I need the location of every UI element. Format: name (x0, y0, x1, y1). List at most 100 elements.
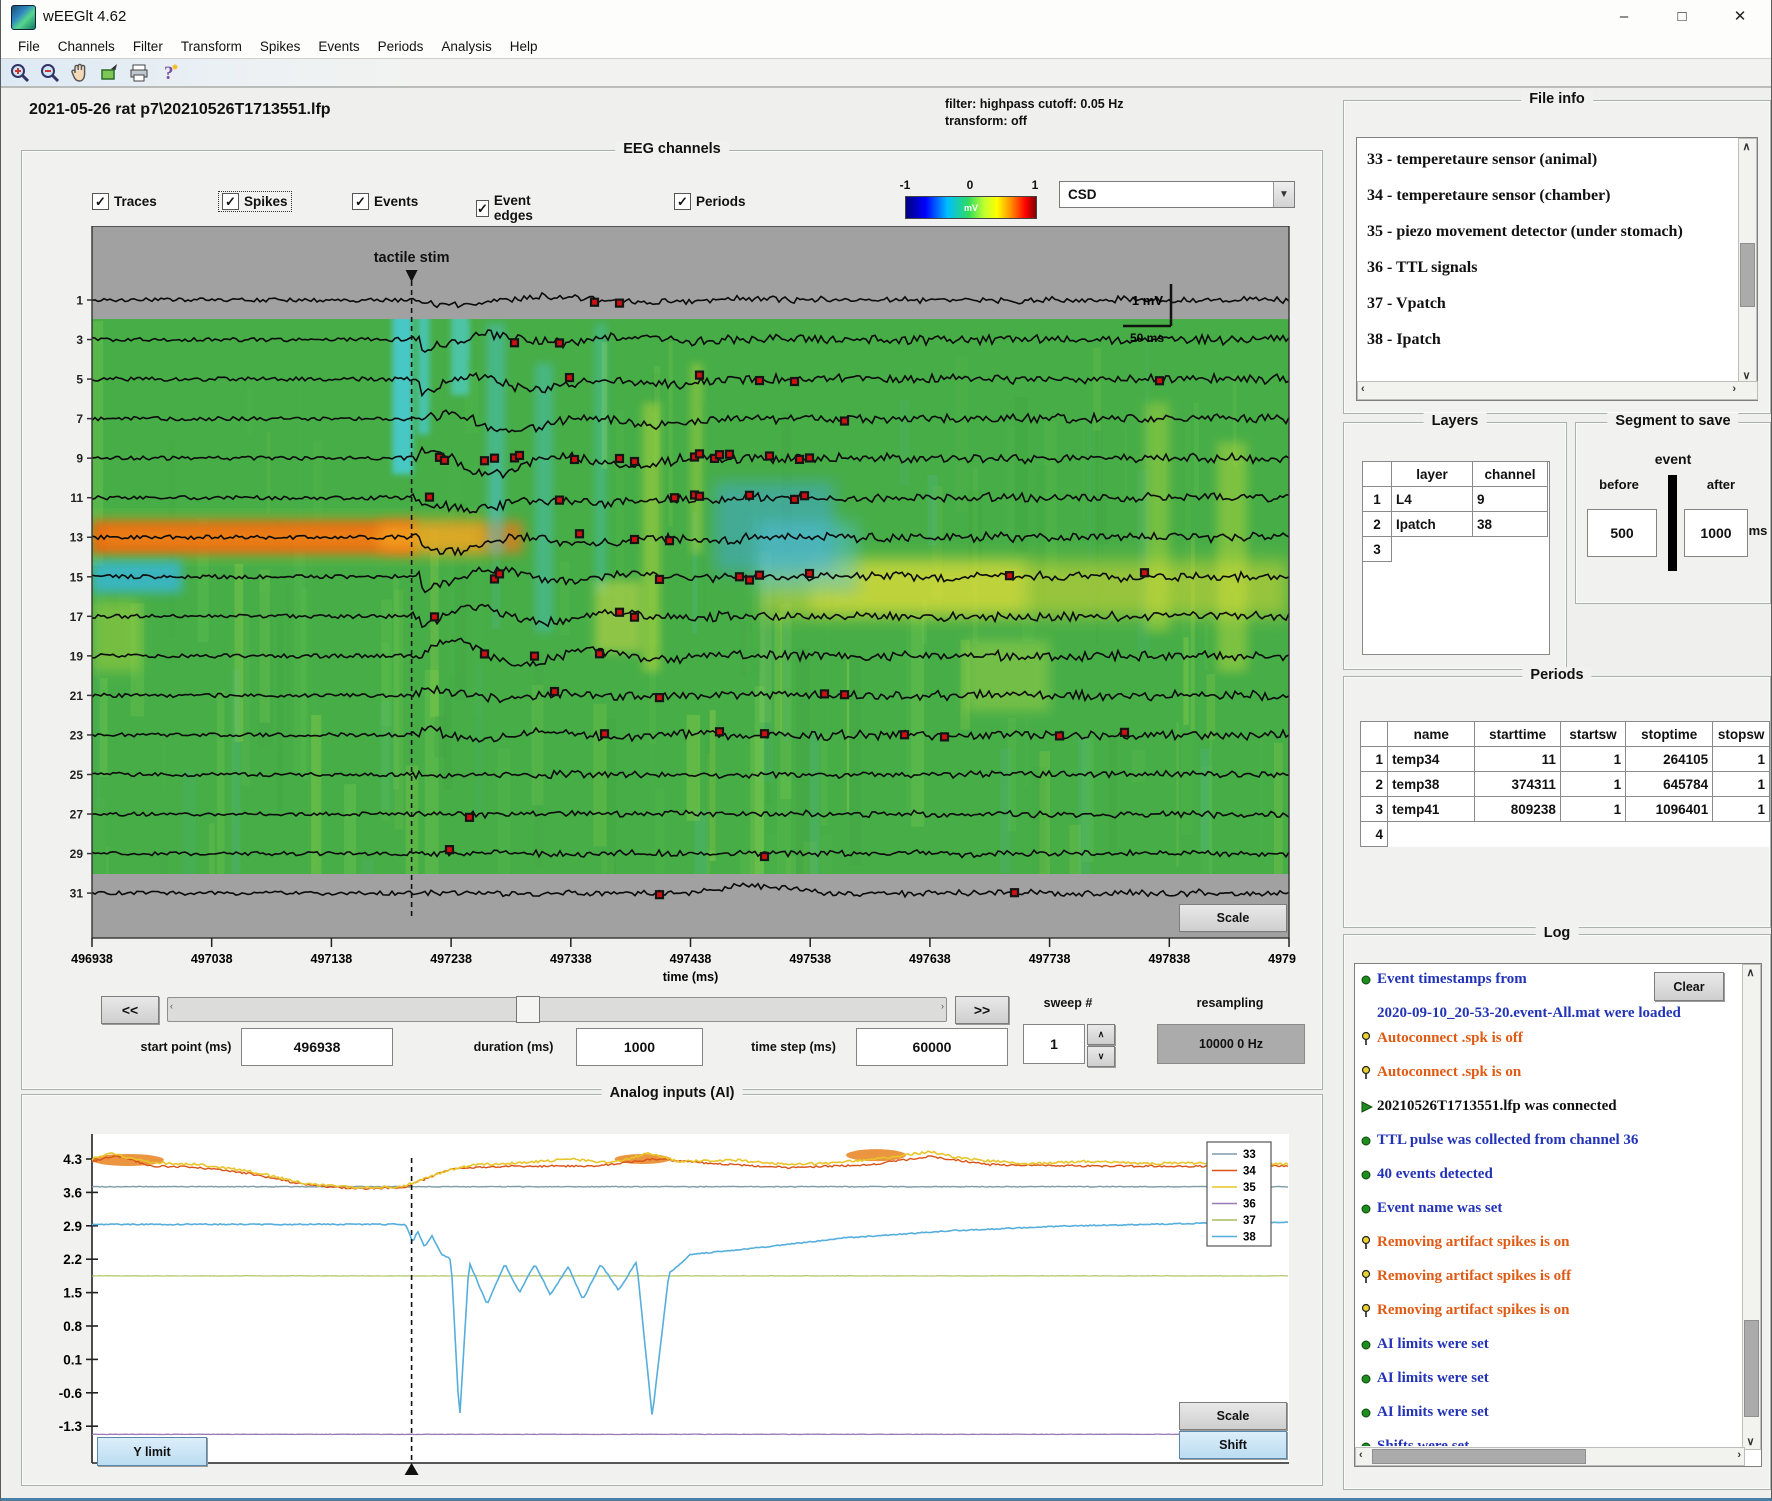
sweep-input[interactable]: 1 (1023, 1024, 1085, 1064)
scroll-right-icon[interactable]: › (1737, 1449, 1741, 1461)
menu-channels[interactable]: Channels (49, 36, 124, 57)
file-info-item[interactable]: 36 - TTL signals (1367, 250, 1735, 286)
help-icon[interactable]: ? (157, 61, 181, 85)
duration-input[interactable]: 1000 (576, 1028, 703, 1066)
log-hscrollbar[interactable]: ‹ › (1355, 1447, 1745, 1466)
ai-scale-button[interactable]: Scale (1179, 1402, 1287, 1430)
display-mode-select[interactable]: CSD ▼ (1059, 181, 1295, 208)
checkbox-label: Events (374, 194, 418, 209)
svg-text:1: 1 (76, 294, 83, 308)
bulb-icon (1361, 1298, 1373, 1332)
layers-row[interactable]: 2Ipatch38 (1363, 512, 1548, 537)
bulb-icon (1361, 1026, 1373, 1060)
periods-row[interactable]: 4 (1361, 822, 1770, 847)
close-button[interactable]: ✕ (1715, 0, 1765, 33)
log-vscrollbar[interactable]: ∧ ∨ (1742, 964, 1761, 1450)
y-limit-button[interactable]: Y limit (97, 1437, 207, 1466)
svg-text:31: 31 (70, 887, 84, 901)
periods-table[interactable]: namestarttimestartswstoptimestopsw1temp3… (1360, 721, 1770, 847)
zoom-in-icon[interactable] (7, 61, 31, 85)
menu-help[interactable]: Help (501, 36, 547, 57)
time-scrollbar[interactable]: ‹ › (167, 997, 947, 1022)
menu-file[interactable]: File (9, 36, 49, 57)
log-hthumb[interactable] (1372, 1449, 1586, 1464)
periods-row[interactable]: 3temp41809238110964011 (1361, 797, 1770, 822)
zoom-out-icon[interactable] (37, 61, 61, 85)
menu-transform[interactable]: Transform (172, 36, 251, 57)
scroll-right-arrow-icon[interactable]: › (941, 1001, 944, 1011)
scroll-left-icon[interactable]: ‹ (1361, 383, 1365, 395)
scroll-down-icon[interactable]: ∨ (1743, 1435, 1758, 1448)
checkbox-event-edges[interactable]: ✓Event edges (473, 192, 540, 224)
file-info-item[interactable]: 38 - Ipatch (1367, 322, 1735, 358)
svg-text:36: 36 (1243, 1199, 1256, 1211)
layers-row[interactable]: 1L49 (1363, 487, 1548, 512)
time-input[interactable]: 60000 (856, 1028, 1008, 1066)
menu-spikes[interactable]: Spikes (251, 36, 310, 57)
file-info-listbox[interactable]: 33 - temperetaure sensor (animal)34 - te… (1356, 137, 1758, 401)
layers-title: Layers (1424, 413, 1487, 429)
spinner-up-icon[interactable]: ∧ (1087, 1024, 1115, 1045)
layers-table[interactable]: layerchannel1L492Ipatch383 (1362, 461, 1548, 562)
app-window: wEEGlt 4.62 – □ ✕ FileChannelsFilterTran… (0, 0, 1772, 1501)
svg-text:17: 17 (70, 610, 84, 624)
eeg-scale-button[interactable]: Scale (1179, 904, 1287, 932)
file-info-vthumb[interactable] (1740, 243, 1755, 307)
spinner-down-icon[interactable]: ∨ (1087, 1046, 1115, 1067)
page-back-button[interactable]: << (101, 996, 159, 1024)
scroll-left-arrow-icon[interactable]: ‹ (170, 1001, 173, 1011)
file-info-hscrollbar[interactable]: ‹ › (1357, 381, 1758, 400)
start-input[interactable]: 496938 (241, 1028, 393, 1066)
file-info-vscrollbar[interactable]: ∧ ∨ (1738, 138, 1757, 384)
log-text: 2020-09-10_20-53-20.event-All.mat were l… (1377, 1001, 1681, 1026)
log-entry: Removing artifact spikes is off (1361, 1264, 1741, 1298)
menu-periods[interactable]: Periods (369, 36, 433, 57)
colorbar-tick: -1 (900, 178, 911, 192)
ai-shift-button[interactable]: Shift (1179, 1431, 1287, 1459)
minimize-button[interactable]: – (1599, 0, 1649, 33)
file-info-item[interactable]: 34 - temperetaure sensor (chamber) (1367, 178, 1735, 214)
layers-row[interactable]: 3 (1363, 537, 1548, 562)
ai-plot[interactable]: 4.33.62.92.21.50.80.1-0.6-1.333343536373… (59, 1126, 1296, 1478)
checkbox-spikes[interactable]: ✓Spikes (219, 192, 291, 211)
brush-icon[interactable] (97, 61, 121, 85)
checkbox-events[interactable]: ✓ Events (349, 192, 421, 211)
scroll-up-icon[interactable]: ∧ (1739, 140, 1754, 153)
chevron-down-icon[interactable]: ▼ (1273, 182, 1294, 207)
scroll-right-icon[interactable]: › (1732, 383, 1736, 395)
log-entry: Autoconnect .spk is off (1361, 1026, 1741, 1060)
checkmark-icon: ✓ (476, 200, 489, 217)
sweep-spinner[interactable]: ∧ ∨ (1087, 1024, 1113, 1064)
page-forward-button[interactable]: >> (955, 996, 1009, 1024)
periods-row[interactable]: 2temp3837431116457841 (1361, 772, 1770, 797)
before-label: before (1584, 477, 1654, 492)
scroll-left-icon[interactable]: ‹ (1359, 1449, 1363, 1461)
before-ms-input[interactable]: 500 (1587, 509, 1657, 557)
pan-icon[interactable] (67, 61, 91, 85)
file-info-item[interactable]: 33 - temperetaure sensor (animal) (1367, 142, 1735, 178)
log-text: Removing artifact spikes is on (1377, 1298, 1570, 1323)
eeg-plot[interactable]: 135791113151719212325272931tactile stim1… (59, 226, 1296, 988)
checkbox-traces[interactable]: ✓Traces (89, 192, 160, 211)
maximize-button[interactable]: □ (1657, 0, 1707, 33)
log-listbox[interactable]: Event timestamps from2020-09-10_20-53-20… (1354, 963, 1762, 1467)
log-clear-button[interactable]: Clear (1654, 972, 1724, 1001)
print-icon[interactable] (127, 61, 151, 85)
log-vthumb[interactable] (1744, 1320, 1759, 1417)
checkbox-periods[interactable]: ✓Periods (671, 192, 749, 211)
log-text: 20210526T1713551.lfp was connected (1377, 1094, 1617, 1119)
checkmark-icon: ✓ (352, 193, 369, 210)
periods-row[interactable]: 1temp341112641051 (1361, 747, 1770, 772)
after-ms-input[interactable]: 1000 (1684, 509, 1748, 557)
svg-text:497738: 497738 (1029, 952, 1071, 966)
file-info-item[interactable]: 35 - piezo movement detector (under stom… (1367, 214, 1735, 250)
periods-title: Periods (1522, 667, 1591, 683)
scroll-up-icon[interactable]: ∧ (1743, 966, 1758, 979)
time-scrollbar-thumb[interactable] (516, 996, 540, 1023)
checkbox-label: Traces (114, 194, 157, 209)
menu-filter[interactable]: Filter (124, 36, 172, 57)
dot-icon (1361, 1162, 1373, 1196)
file-info-item[interactable]: 37 - Vpatch (1367, 286, 1735, 322)
menu-events[interactable]: Events (309, 36, 368, 57)
menu-analysis[interactable]: Analysis (432, 36, 500, 57)
